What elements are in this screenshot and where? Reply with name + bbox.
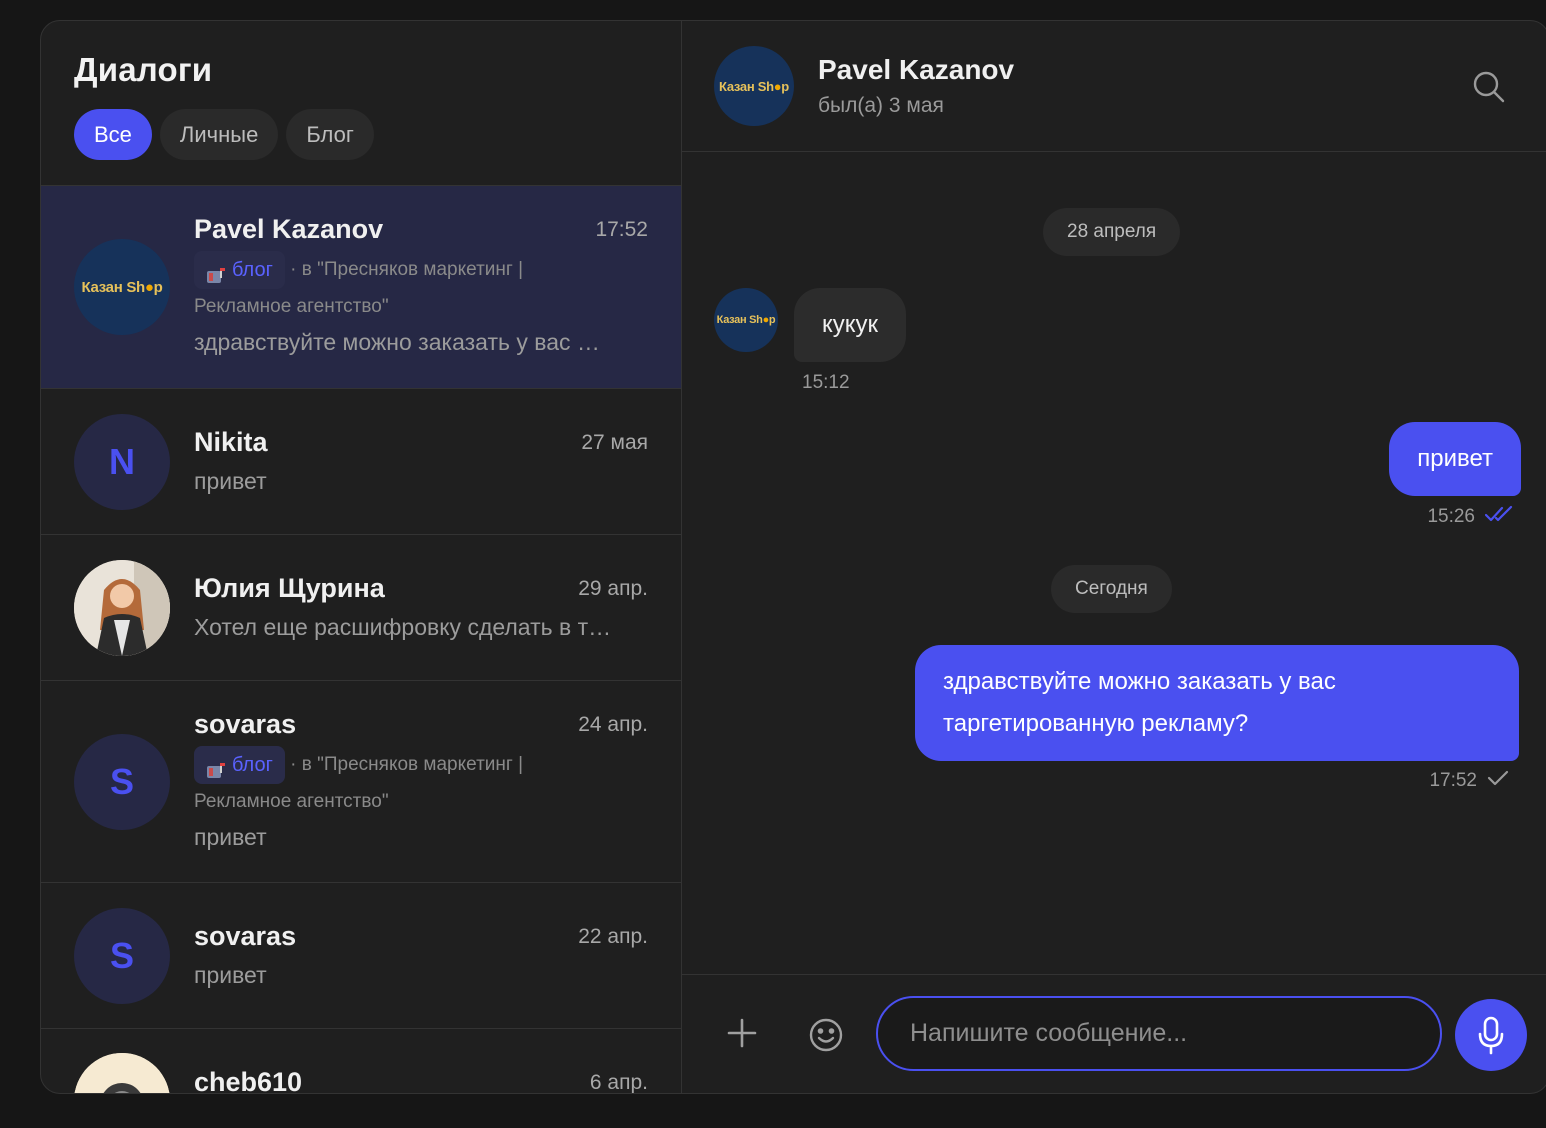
dialog-item-yulia[interactable]: Юлия Щурина 29 апр. Хотел еще расшифровк… [41,535,681,681]
mailbox-icon [206,756,226,778]
dialog-last-message: привет [194,468,267,494]
blog-tag-label: блог [232,259,273,281]
date-separator: 28 апреля [1043,208,1181,256]
chat-contact-status: был(а) 3 мая [818,94,944,117]
message-time: 15:12 [802,372,850,394]
chat-panel: Казан Sh●p Pavel Kazanov был(а) 3 мая 28… [682,21,1546,1093]
dialog-time: 17:52 [595,218,648,241]
dialog-name: cheb610 [194,1067,303,1093]
avatar-camera [74,1053,170,1093]
date-separator: Сегодня [1051,565,1172,613]
double-check-icon [1484,505,1515,529]
message-time: 17:52 [1429,769,1509,793]
message-bubble-outgoing[interactable]: привет [1389,422,1521,496]
dialog-item-sovaras-2[interactable]: S sovaras 22 апр. привет [41,883,681,1029]
dialog-name: Юлия Щурина [194,573,385,603]
dialog-last-message: привет [194,824,267,850]
message-bubble-outgoing[interactable]: здравствуйте можно заказать у вас таргет… [915,645,1519,761]
message-time-text: 15:26 [1427,506,1475,527]
dialog-name: sovaras [194,921,297,951]
dialog-time: 29 апр. [578,577,648,600]
microphone-button[interactable] [1455,999,1527,1071]
message-time: 15:26 [1427,505,1515,529]
message-composer [682,974,1546,1093]
dialog-time: 6 апр. [589,1071,648,1093]
dialog-last-message: привет [194,962,267,988]
message-time-text: 17:52 [1429,770,1477,791]
dialogs-title: Диалоги [74,51,213,88]
dialog-time: 27 мая [581,431,648,454]
dialog-last-message: Хотел еще расшифровку сделать в т… [194,614,612,640]
microphone-icon [1478,1016,1504,1055]
avatar: Казан Sh●p [74,239,170,335]
blog-tag-label: блог [232,754,273,776]
dialog-item-nikita[interactable]: N Nikita 27 мая привет [41,389,681,535]
dialog-name: Pavel Kazanov [194,214,384,244]
search-icon[interactable] [1471,69,1507,105]
blog-tag[interactable]: блог [194,251,285,289]
kazan-shop-logo: Казан Sh●p [716,314,776,326]
avatar: N [74,413,170,510]
message-sender-avatar[interactable]: Казан Sh●p [714,288,778,352]
attach-plus-icon[interactable] [726,1017,758,1054]
avatar: S [74,733,170,830]
blog-tag[interactable]: блог [194,746,285,784]
dialog-item-sovaras[interactable]: S sovaras 24 апр. блог · в "Пресняков ма… [41,681,681,883]
dialogs-panel: Диалоги Все Личные Блог Казан Sh●p Pavel… [41,21,682,1093]
message-bubble-incoming[interactable]: кукук [794,288,907,362]
dialog-item-pavel-kazanov[interactable]: Казан Sh●p Pavel Kazanov 17:52 блог · в … [41,186,681,389]
emoji-icon[interactable] [808,1017,844,1058]
chat-header: Казан Sh●p Pavel Kazanov был(а) 3 мая [682,21,1546,152]
mailbox-icon [206,261,226,283]
filter-all-button[interactable]: Все [74,109,152,160]
message-input[interactable] [876,996,1442,1071]
dialog-time: 22 апр. [578,925,648,948]
avatar-photo [74,559,170,656]
chat-avatar[interactable]: Казан Sh●p [714,46,794,126]
check-icon [1487,769,1509,793]
filter-blog-button[interactable]: Блог [286,109,374,160]
dialog-item-cheb610[interactable]: cheb610 6 апр. [41,1029,681,1093]
chat-contact-name: Pavel Kazanov [818,54,1015,85]
dialog-last-message: здравствуйте можно заказать у вас … [194,329,600,355]
dialog-time: 24 апр. [578,713,648,736]
filter-personal-button[interactable]: Личные [159,109,279,160]
messenger-window: Диалоги Все Личные Блог Казан Sh●p Pavel… [40,20,1546,1094]
kazan-shop-logo: Казан Sh●p [81,278,163,296]
kazan-shop-logo: Казан Sh●p [719,78,789,94]
dialogs-header: Диалоги Все Личные Блог [41,21,681,186]
dialog-filters: Все Личные Блог [74,109,648,160]
message-time-text: 15:12 [802,372,850,393]
dialog-name: Nikita [194,427,268,457]
dialog-name: sovaras [194,709,297,739]
avatar: S [74,907,170,1004]
